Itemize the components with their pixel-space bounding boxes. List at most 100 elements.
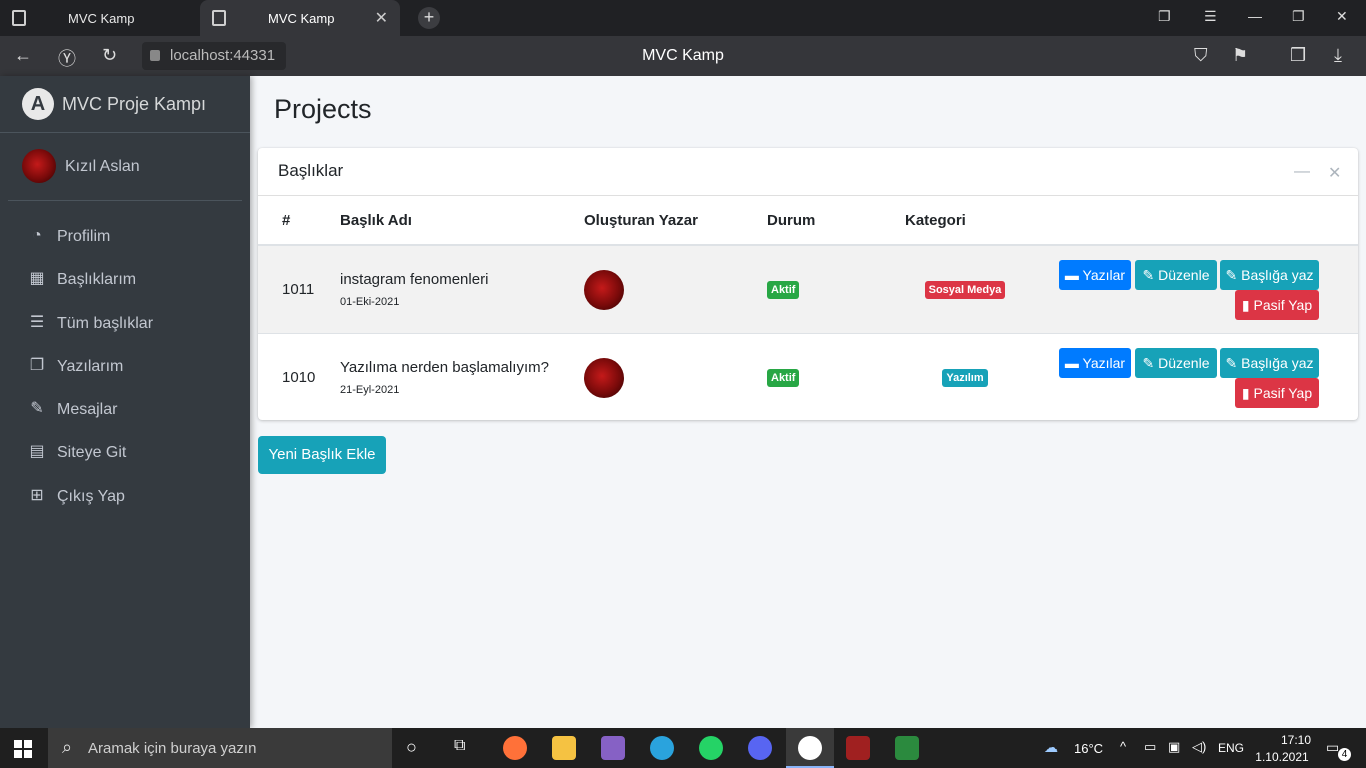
table-header-row: # Başlık Adı Oluşturan Yazar Durum Kateg… bbox=[258, 196, 1358, 246]
task-view-icon[interactable]: ⧉ bbox=[454, 737, 465, 755]
battery-icon[interactable]: ▭ bbox=[1144, 739, 1156, 755]
sidebar-item-mesajlar[interactable]: ✎ Mesajlar bbox=[0, 389, 250, 432]
brand-link[interactable]: A MVC Proje Kampı bbox=[0, 76, 250, 133]
sidebar-item-tum-basliklar[interactable]: ☰ Tüm başlıklar bbox=[0, 303, 250, 346]
pencil-icon: ✎ bbox=[1225, 355, 1238, 371]
winrar-icon[interactable] bbox=[846, 736, 870, 760]
row-author-cell bbox=[584, 333, 767, 421]
add-title-button[interactable]: Yeni Başlık Ekle bbox=[258, 436, 386, 474]
passive-button-label: Pasif Yap bbox=[1253, 385, 1313, 401]
passive-button-label: Pasif Yap bbox=[1253, 297, 1313, 313]
whatsapp-icon[interactable] bbox=[699, 736, 723, 760]
sidebar-nav: ◔ Profilim ▦ Başlıklarım ☰ Tüm başlıklar… bbox=[0, 216, 250, 519]
restore-icon[interactable]: ❐ bbox=[1292, 8, 1305, 25]
grid-icon: ▦ bbox=[29, 270, 45, 288]
sidebar-item-label: Başlıklarım bbox=[57, 271, 137, 289]
visual-studio-icon[interactable] bbox=[601, 736, 625, 760]
telegram-icon[interactable] bbox=[650, 736, 674, 760]
brand-text: MVC Proje Kampı bbox=[62, 94, 207, 114]
sidebar-item-basliklarim[interactable]: ▦ Başlıklarım bbox=[0, 259, 250, 302]
close-tab-icon[interactable]: ✕ bbox=[375, 8, 388, 28]
sidebar-item-label: Mesajlar bbox=[57, 401, 118, 419]
discord-icon[interactable] bbox=[748, 736, 772, 760]
cortana-icon[interactable]: ○ bbox=[406, 737, 417, 758]
bookmark-icon[interactable]: ⚑ bbox=[1232, 45, 1248, 66]
search-icon: ⌕ bbox=[62, 737, 73, 757]
volume-icon[interactable]: ◁) bbox=[1192, 739, 1206, 755]
table-row: 1011 instagram fenomenleri 01-Eki-2021 A… bbox=[258, 244, 1358, 334]
row-author-cell bbox=[584, 244, 767, 334]
app-icon[interactable] bbox=[895, 736, 919, 760]
sidebar-item-profilim[interactable]: ◔ Profilim bbox=[0, 216, 250, 259]
address-bar: ← Ⓨ ↻ localhost:44331 MVC Kamp ⛉ ⚑ ❒ ⤓ bbox=[0, 36, 1366, 76]
yandex-browser-taskbar-button[interactable] bbox=[786, 728, 834, 768]
user-panel[interactable]: Kızıl Aslan bbox=[8, 133, 242, 201]
pencil-icon: ✎ bbox=[1142, 267, 1155, 283]
browser-tab[interactable]: MVC Kamp bbox=[0, 0, 200, 36]
collapse-icon[interactable]: — bbox=[1294, 163, 1310, 181]
browser-tab-bar: MVC Kamp MVC Kamp ✕ + ❐ ☰ — ❐ ✕ bbox=[0, 0, 1366, 36]
write-to-title-button[interactable]: ✎ Başlığa yaz bbox=[1220, 260, 1319, 290]
notification-count-badge: 4 bbox=[1338, 748, 1351, 761]
clock-time[interactable]: 17:10 bbox=[1266, 733, 1326, 747]
row-category-cell: Yazılım bbox=[885, 333, 1045, 421]
sidebar-item-cikis-yap[interactable]: ⊞ Çıkış Yap bbox=[0, 476, 250, 519]
user-name: Kızıl Aslan bbox=[65, 158, 140, 175]
taskbar: ⌕ Aramak için buraya yazın ○ ⧉ ☁ 16°C ^ … bbox=[0, 728, 1366, 768]
copy-icon: ❐ bbox=[29, 356, 45, 374]
menu-icon[interactable]: ☰ bbox=[1204, 8, 1217, 25]
passive-button[interactable]: ▮ Pasif Yap bbox=[1235, 378, 1319, 408]
sidebar-item-label: Yazılarım bbox=[57, 357, 124, 375]
posts-button[interactable]: ▬ Yazılar bbox=[1059, 260, 1131, 290]
plus-square-icon: ⊞ bbox=[30, 486, 44, 504]
download-icon[interactable]: ⤓ bbox=[1334, 45, 1342, 66]
tab-title: MVC Kamp bbox=[268, 11, 335, 26]
row-status-cell: Aktif bbox=[767, 244, 885, 334]
passive-button[interactable]: ▮ Pasif Yap bbox=[1235, 290, 1319, 320]
card-title: Başlıklar bbox=[278, 161, 344, 180]
edit-button[interactable]: ✎ Düzenle bbox=[1135, 260, 1217, 290]
clock-date[interactable]: 1.10.2021 bbox=[1252, 750, 1312, 764]
page-icon bbox=[12, 10, 26, 26]
row-status-cell: Aktif bbox=[767, 333, 885, 421]
titles-table: # Başlık Adı Oluşturan Yazar Durum Kateg… bbox=[258, 196, 1358, 421]
firefox-icon[interactable] bbox=[503, 736, 527, 760]
tab-manager-icon[interactable]: ❐ bbox=[1158, 8, 1171, 25]
browser-tab-active[interactable]: MVC Kamp ✕ bbox=[200, 0, 400, 36]
taskbar-search[interactable]: ⌕ Aramak için buraya yazın bbox=[48, 728, 392, 768]
row-actions-cell: ▬ Yazılar ✎ Düzenle ✎ Başlığa yaz ▮ Pasi… bbox=[1045, 244, 1358, 334]
remove-icon[interactable]: ✕ bbox=[1328, 163, 1341, 183]
network-icon[interactable]: ▣ bbox=[1168, 739, 1180, 755]
close-window-icon[interactable]: ✕ bbox=[1336, 8, 1348, 25]
row-title[interactable]: instagram fenomenleri bbox=[340, 271, 584, 288]
weather-icon[interactable]: ☁ bbox=[1044, 739, 1058, 756]
card-header: Başlıklar — ✕ bbox=[258, 148, 1358, 196]
edit-button[interactable]: ✎ Düzenle bbox=[1135, 348, 1217, 378]
file-explorer-icon[interactable] bbox=[552, 736, 576, 760]
author-avatar bbox=[584, 269, 624, 310]
sidebar-item-yazilarim[interactable]: ❐ Yazılarım bbox=[0, 346, 250, 389]
row-title[interactable]: Yazılıma nerden başlamalıyım? bbox=[340, 359, 584, 376]
posts-button[interactable]: ▬ Yazılar bbox=[1059, 348, 1131, 378]
minimize-icon[interactable]: — bbox=[1248, 8, 1262, 24]
new-tab-button[interactable]: + bbox=[418, 7, 440, 29]
chevron-up-icon[interactable]: ^ bbox=[1120, 739, 1126, 754]
row-id: 1010 bbox=[258, 333, 340, 421]
column-header-actions bbox=[1045, 196, 1358, 246]
write-to-title-button[interactable]: ✎ Başlığa yaz bbox=[1220, 348, 1319, 378]
edit-button-label: Düzenle bbox=[1158, 267, 1210, 283]
posts-button-label: Yazılar bbox=[1082, 267, 1126, 283]
sidebar-item-label: Çıkış Yap bbox=[57, 487, 125, 505]
weather-temp[interactable]: 16°C bbox=[1074, 741, 1103, 756]
sidebar-item-label: Tüm başlıklar bbox=[57, 314, 154, 332]
language-indicator[interactable]: ENG bbox=[1218, 741, 1244, 755]
status-badge: Aktif bbox=[767, 281, 800, 299]
protect-icon[interactable]: ⛉ bbox=[1194, 45, 1208, 66]
write-button-label: Başlığa yaz bbox=[1241, 355, 1314, 371]
status-badge: Aktif bbox=[767, 369, 800, 387]
sidebar-item-siteye-git[interactable]: ▤ Siteye Git bbox=[0, 432, 250, 475]
windows-start-icon[interactable] bbox=[14, 740, 32, 758]
book-icon: ▤ bbox=[29, 443, 45, 461]
collections-icon[interactable]: ❒ bbox=[1290, 45, 1306, 66]
table-row: 1010 Yazılıma nerden başlamalıyım? 21-Ey… bbox=[258, 333, 1358, 421]
